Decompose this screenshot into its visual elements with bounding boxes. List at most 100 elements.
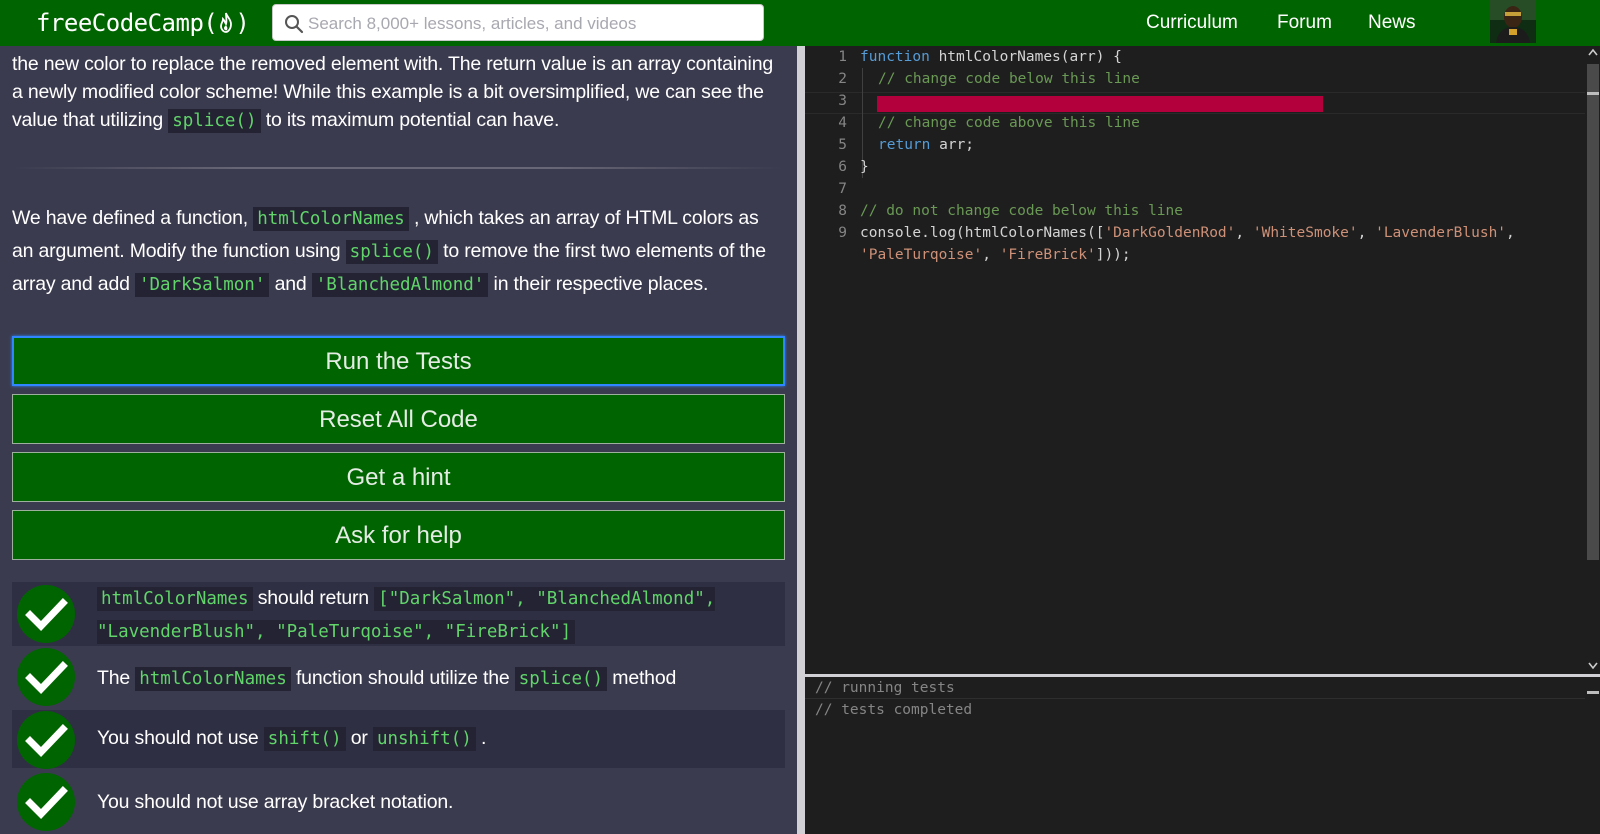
test-result-item: htmlColorNames should return ["DarkSalmo… xyxy=(12,582,785,646)
test-text: You should not use shift() or unshift() … xyxy=(97,722,777,755)
code-text: ])); xyxy=(1095,247,1131,263)
code-editor[interactable]: 1 function htmlColorNames(arr) { 2 // chan… xyxy=(805,46,1600,674)
test3-text-b: or xyxy=(345,727,373,749)
nav-link-forum[interactable]: Forum xyxy=(1277,10,1332,36)
run-tests-button[interactable]: Run the Tests xyxy=(12,336,785,386)
console-output: // running tests // tests completed xyxy=(805,677,1600,834)
code-line-2: 2 // change code below this line xyxy=(805,68,1585,90)
inline-code-splice: splice() xyxy=(514,667,608,691)
flame-icon xyxy=(220,12,233,33)
top-navbar: freeCodeCamp() Curriculum Forum News xyxy=(0,0,1600,46)
test2-text-c: method xyxy=(607,667,677,689)
line-number: 1 xyxy=(838,49,847,65)
test1-text-a: should return xyxy=(252,587,375,609)
para2-text-d: and xyxy=(269,273,312,295)
para2-text-e: in their respective places. xyxy=(488,273,709,295)
inline-code-shift: shift() xyxy=(263,727,346,751)
code-string: 'PaleTurqoise' xyxy=(860,247,983,263)
output-line: // tests completed xyxy=(815,702,973,718)
code-string: 'FireBrick' xyxy=(999,247,1096,263)
line-number: 8 xyxy=(838,203,847,219)
code-line-9-wrap: 'PaleTurqoise', 'FireBrick'])); xyxy=(805,244,1585,266)
test3-text-c: . xyxy=(475,727,487,749)
pane-resize-handle[interactable] xyxy=(797,46,805,834)
output-line: // running tests xyxy=(815,680,955,696)
inline-code-unshift: unshift() xyxy=(372,727,476,751)
code-string: 'DarkGoldenRod' xyxy=(1104,225,1236,241)
code-text: , xyxy=(1357,225,1376,241)
nav-link-news[interactable]: News xyxy=(1368,10,1416,36)
test-result-item: The htmlColorNames function should utili… xyxy=(12,648,785,708)
instructions-pane: the new color to replace the removed ele… xyxy=(0,46,797,834)
code-comment: // do not change code below this line xyxy=(860,203,1184,219)
code-text: htmlColorNames(arr) { xyxy=(929,49,1122,65)
check-circle-icon xyxy=(17,773,75,831)
test2-text-a: The xyxy=(97,667,136,689)
inline-code-splice: splice() xyxy=(168,109,261,133)
keyword-return: return xyxy=(878,137,931,153)
description-paragraph-2: We have defined a function, htmlColorNam… xyxy=(12,202,782,301)
search-icon xyxy=(285,15,304,34)
test-result-item: You should not use array bracket notatio… xyxy=(12,770,785,834)
test3-text-a: You should not use xyxy=(97,727,264,749)
scroll-position-marker xyxy=(1587,92,1599,95)
inline-code-htmlcolornames: htmlColorNames xyxy=(135,667,291,691)
para1-text-b: to its maximum potential can have. xyxy=(260,109,560,131)
output-scrollbar[interactable] xyxy=(1585,677,1600,834)
check-circle-icon xyxy=(17,585,75,643)
line-number: 9 xyxy=(838,225,847,241)
code-string: 'WhiteSmoke' xyxy=(1252,225,1358,241)
reset-code-button[interactable]: Reset All Code xyxy=(12,394,785,444)
code-comment: // change code below this line xyxy=(878,71,1140,87)
test2-text-b: function should utilize the xyxy=(290,667,515,689)
code-line-8: 8 // do not change code below this line xyxy=(805,200,1585,222)
code-line-4: 4 // change code above this line xyxy=(805,112,1585,134)
scroll-position-marker xyxy=(1587,691,1599,694)
inline-code-htmlcolornames: htmlColorNames xyxy=(253,207,409,231)
chevron-up-icon[interactable] xyxy=(1587,46,1599,60)
code-text: , xyxy=(1506,225,1515,241)
code-string: 'LavenderBlush' xyxy=(1375,225,1507,241)
user-avatar[interactable] xyxy=(1490,0,1536,43)
error-highlight xyxy=(877,96,1323,112)
search-input[interactable] xyxy=(306,9,750,38)
line-number: 2 xyxy=(838,71,847,87)
test-text: htmlColorNames should return ["DarkSalmo… xyxy=(97,582,777,648)
get-hint-button[interactable]: Get a hint xyxy=(12,452,785,502)
logo-text: freeCodeCamp( xyxy=(36,9,218,37)
section-divider xyxy=(12,167,782,169)
code-text: console.log(htmlColorNames([ xyxy=(860,225,1105,241)
code-line-5: 5 return arr; xyxy=(805,134,1585,156)
freecodecamp-logo[interactable]: freeCodeCamp() xyxy=(36,6,250,40)
code-line-9: 9 console.log(htmlColorNames(['DarkGolden… xyxy=(805,222,1585,244)
code-text: , xyxy=(982,247,1000,263)
check-circle-icon xyxy=(17,648,75,706)
line-number: 6 xyxy=(838,159,847,175)
chevron-down-icon[interactable] xyxy=(1587,658,1599,672)
code-text: arr; xyxy=(930,137,975,153)
code-line-1: 1 function htmlColorNames(arr) { xyxy=(805,46,1585,68)
search-box[interactable] xyxy=(272,4,764,41)
line-number: 7 xyxy=(838,181,847,197)
avatar-image xyxy=(1490,0,1536,43)
line-number: 5 xyxy=(838,137,847,153)
test-result-item: You should not use shift() or unshift() … xyxy=(12,710,785,769)
nav-link-curriculum[interactable]: Curriculum xyxy=(1146,10,1238,36)
line-number: 4 xyxy=(838,115,847,131)
logo-close-paren: ) xyxy=(235,9,250,37)
test4-text-a: You should not use array bracket notatio… xyxy=(97,791,454,813)
line-number: 3 xyxy=(838,93,847,109)
description-paragraph-1: the new color to replace the removed ele… xyxy=(12,50,782,135)
keyword-function: function xyxy=(860,49,930,65)
inline-code-splice: splice() xyxy=(345,240,438,264)
code-line-6: 6} xyxy=(805,156,1585,178)
para2-text-a: We have defined a function, xyxy=(12,207,254,229)
code-comment: // change code above this line xyxy=(878,115,1140,131)
code-text: } xyxy=(860,159,869,175)
inline-code-darksalmon: 'DarkSalmon' xyxy=(134,273,270,297)
ask-help-button[interactable]: Ask for help xyxy=(12,510,785,560)
inline-code-blanchedalmond: 'BlanchedAlmond' xyxy=(311,273,489,297)
editor-scroll-thumb[interactable] xyxy=(1587,64,1599,560)
code-text: , xyxy=(1235,225,1253,241)
check-circle-icon xyxy=(17,711,75,769)
